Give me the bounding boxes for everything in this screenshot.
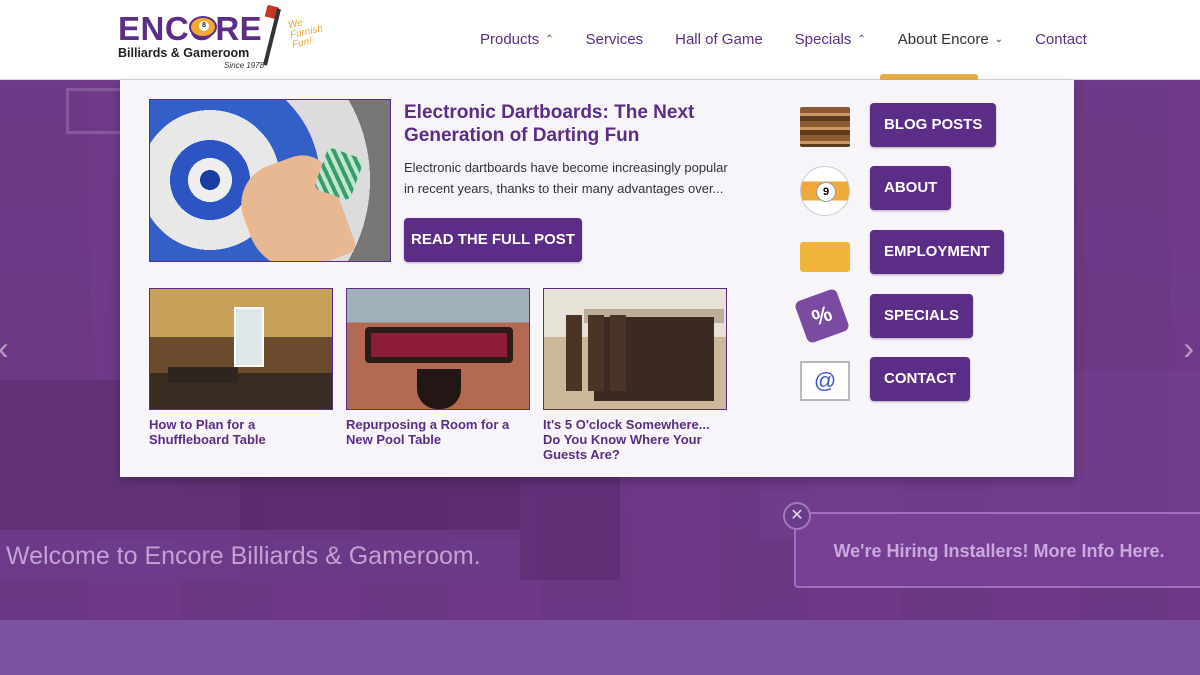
employment-button[interactable]: EMPLOYMENT [870, 230, 1004, 274]
nav-contact[interactable]: Contact [1035, 31, 1087, 48]
hero-welcome-text: Welcome to Encore Billiards & Gameroom. [0, 530, 520, 582]
logo-subtitle: Billiards & Gameroom [118, 46, 250, 60]
mail-phone-icon: @ [800, 361, 850, 401]
featured-post-title[interactable]: Electronic Dartboards: The Next Generati… [404, 101, 734, 147]
price-tag-icon: % [793, 287, 851, 345]
nav-about-encore[interactable]: About Encore ⌄ [898, 31, 1003, 48]
chevron-down-icon: ⌄ [994, 33, 1004, 45]
site-header: ENCORE 8 Billiards & Gameroom Since 1978… [0, 0, 1200, 80]
specials-button[interactable]: SPECIALS [870, 294, 974, 338]
billiard-ball-logo-icon: 8 [189, 16, 217, 38]
ball-number: 9 [816, 182, 836, 202]
logo-tagline: We Furnish Fun! [287, 17, 324, 51]
side-link-about: 9 ABOUT [798, 166, 1098, 216]
shuffleboard-image-part [168, 367, 238, 383]
encore-logo[interactable]: ENCORE 8 Billiards & Gameroom Since 1978… [118, 4, 324, 72]
billiard-ball-icon: 9 [800, 166, 850, 216]
post-thumbnail-bar[interactable] [543, 288, 727, 410]
post-caption[interactable]: Repurposing a Room for a New Pool Table [346, 417, 530, 447]
hiring-banner-link[interactable]: We're Hiring Installers! More Info Here. [794, 512, 1200, 588]
nav-label: Contact [1035, 30, 1087, 48]
bar-stool-image-part [588, 315, 604, 391]
post-thumbnail-shuffleboard[interactable] [149, 288, 333, 410]
chevron-up-icon: ⌃ [857, 33, 866, 45]
post-caption[interactable]: How to Plan for a Shuffleboard Table [149, 417, 333, 447]
nav-label: Services [585, 30, 644, 48]
side-link-contact: @ CONTACT [798, 357, 1098, 405]
bar-stool-image-part [610, 315, 626, 391]
side-link-employment: EMPLOYMENT [798, 230, 1098, 278]
about-mega-menu: Electronic Dartboards: The Next Generati… [120, 80, 1074, 477]
contact-button[interactable]: CONTACT [870, 357, 971, 401]
nav-label: Products [480, 30, 540, 48]
books-icon [800, 107, 850, 147]
nav-products[interactable]: Products ⌃ [480, 31, 554, 48]
logo-since: Since 1978 [224, 61, 265, 70]
hero-vent-decor [66, 88, 126, 134]
chevron-up-icon: ⌃ [545, 33, 554, 45]
carousel-prev-icon[interactable]: ‹ [0, 330, 9, 367]
nav-label: Hall of Game [675, 30, 763, 48]
side-link-specials: % SPECIALS [793, 287, 1098, 345]
carousel-next-icon[interactable]: › [1183, 330, 1194, 367]
nav-specials[interactable]: Specials ⌃ [795, 31, 866, 48]
post-caption[interactable]: It's 5 O'clock Somewhere... Do You Know … [543, 417, 727, 462]
close-icon[interactable]: ✕ [783, 502, 811, 530]
toolbox-icon [800, 242, 850, 272]
side-link-blog-posts: BLOG POSTS [798, 103, 1098, 151]
nav-label: Specials [794, 30, 852, 48]
page-bottom-band [0, 620, 1200, 675]
pool-table-leg-image-part [417, 369, 461, 409]
window-image-part [234, 307, 264, 367]
nav-services[interactable]: Services [586, 31, 644, 48]
featured-post-image[interactable] [149, 99, 391, 262]
post-thumbnail-pool-table[interactable] [346, 288, 530, 410]
read-full-post-button[interactable]: READ THE FULL POST [404, 218, 582, 262]
about-button[interactable]: ABOUT [870, 166, 952, 210]
nav-label: About Encore [897, 30, 989, 48]
blog-posts-button[interactable]: BLOG POSTS [870, 103, 997, 147]
pool-table-image-part [365, 327, 513, 363]
bar-stool-image-part [566, 315, 582, 391]
featured-post-excerpt: Electronic dartboards have become increa… [404, 160, 728, 196]
nav-hall-of-game[interactable]: Hall of Game [675, 31, 763, 48]
main-nav: Products ⌃ Services Hall of Game Special… [464, 0, 1103, 78]
